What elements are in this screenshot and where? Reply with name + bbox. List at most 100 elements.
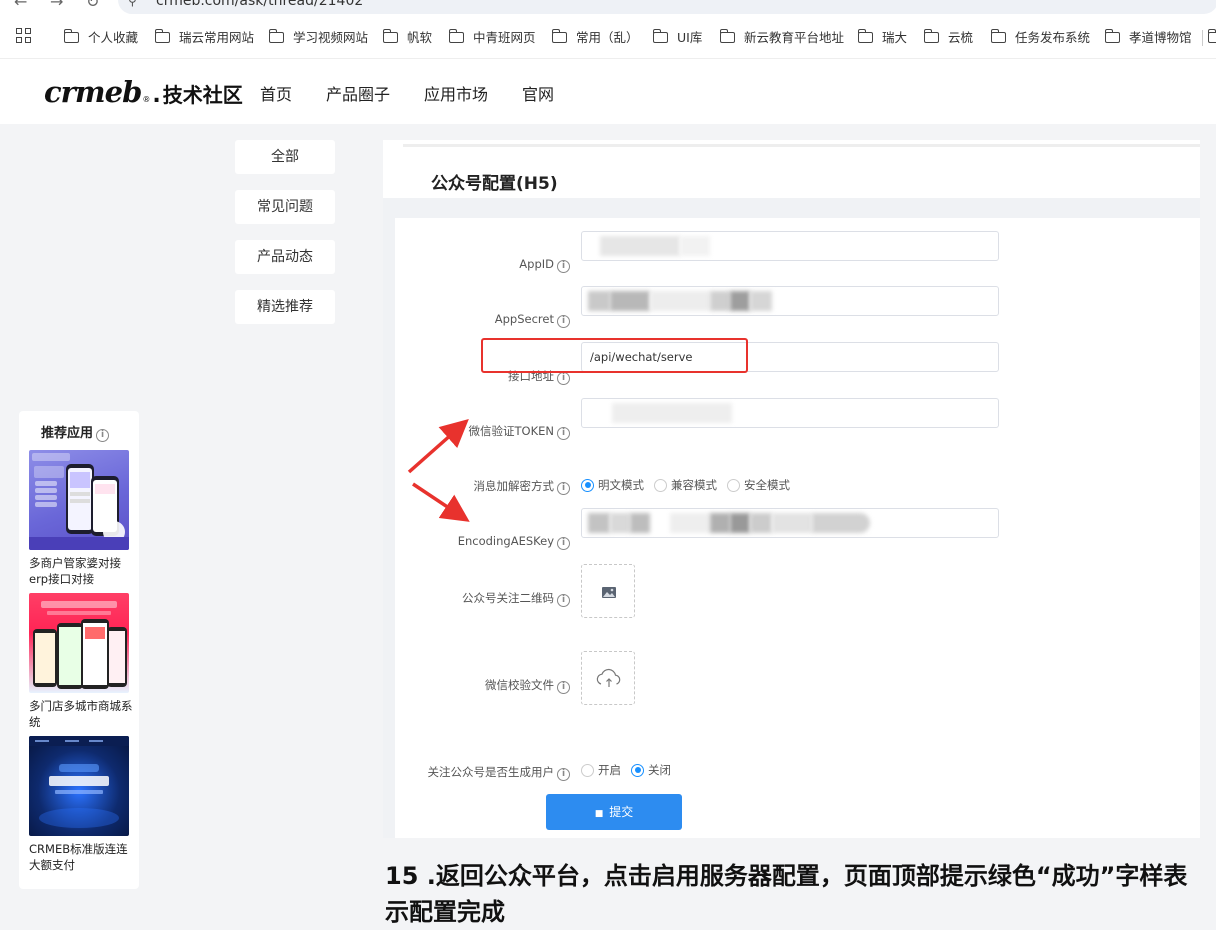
masked-value [812, 513, 870, 533]
follow-on-radio[interactable]: 开启 [581, 762, 621, 778]
bookmark-item[interactable]: 瑞大 [857, 28, 907, 48]
save-icon: ■ [594, 809, 604, 819]
recommended-apps-title: 推荐应用 i [41, 422, 110, 442]
cloud-upload-icon [596, 668, 621, 687]
masked-value [710, 291, 730, 311]
app-title[interactable]: 多门店多城市商城系统 [29, 698, 133, 730]
folder-icon [719, 29, 735, 43]
follow-off-radio[interactable]: 关闭 [631, 762, 671, 778]
encrypt-safe-radio[interactable]: 安全模式 [727, 477, 790, 493]
apps-grid-icon[interactable] [16, 28, 34, 46]
forward-icon[interactable]: → [50, 0, 63, 11]
encrypt-mode-label: 消息加解密方式 i [474, 478, 570, 495]
logo-dot: . [152, 83, 161, 108]
bookmark-item[interactable]: UI库 [652, 28, 702, 48]
nav-product-circle[interactable]: 产品圈子 [326, 81, 390, 105]
folder-icon [551, 29, 567, 43]
info-icon: i [557, 768, 570, 781]
masked-value [772, 513, 812, 533]
step-instruction: 15 .返回公众平台，点击启用服务器配置，页面顶部提示绿色“成功”字样表示配置完… [385, 862, 1188, 926]
top-nav: 首页 产品圈子 应用市场 官网 [260, 81, 554, 105]
appsecret-field[interactable] [581, 286, 999, 316]
encrypt-mode-radio-group: 明文模式 兼容模式 安全模式 [581, 477, 790, 493]
nav-official-site[interactable]: 官网 [522, 81, 554, 105]
app-thumbnail-erp[interactable] [29, 450, 129, 550]
nav-app-market[interactable]: 应用市场 [424, 81, 488, 105]
reload-icon[interactable]: ↻ [86, 0, 99, 11]
category-product-news[interactable]: 产品动态 [235, 240, 335, 274]
site-logo[interactable]: crmeb ® . 技术社区 [44, 75, 243, 109]
site-header: crmeb ® . 技术社区 首页 产品圈子 应用市场 官网 [0, 58, 1216, 124]
category-faq[interactable]: 常见问题 [235, 190, 335, 224]
bookmark-item[interactable]: 学习视频网站 [268, 28, 368, 48]
folder-icon [923, 29, 939, 43]
folder-icon [990, 29, 1006, 43]
app-title[interactable]: CRMEB标准版连连大额支付 [29, 841, 133, 873]
folder-icon [382, 29, 398, 43]
image-icon [602, 587, 616, 598]
bookmark-item[interactable]: 帆软 [382, 28, 432, 48]
category-featured[interactable]: 精选推荐 [235, 290, 335, 324]
radio-dot [581, 478, 594, 492]
masked-value [612, 403, 732, 423]
folder-icon [63, 29, 79, 43]
masked-value [730, 513, 750, 533]
bookmark-item[interactable]: 个人收藏 [63, 28, 138, 48]
erp-promo-graphic [29, 453, 129, 550]
bookmark-item[interactable]: 云梳 [923, 28, 973, 48]
info-icon: i [557, 537, 570, 550]
qrcode-label: 公众号关注二维码 i [462, 590, 570, 607]
follow-generate-user-radio-group: 开启 关闭 [581, 762, 671, 778]
bookmark-item[interactable]: 孝道博物馆 [1104, 28, 1192, 48]
nav-home[interactable]: 首页 [260, 81, 292, 105]
appid-field[interactable] [581, 231, 999, 261]
bookmark-item[interactable]: 任务发布系统 [990, 28, 1090, 48]
form-title: 公众号配置(H5) [431, 174, 558, 194]
appsecret-label: AppSecret i [495, 312, 570, 328]
multistore-promo-graphic [33, 601, 127, 689]
submit-button[interactable]: ■ 提交 [546, 794, 682, 830]
masked-value [630, 513, 650, 533]
appid-label: AppID i [519, 257, 570, 273]
category-list: 全部 常见问题 产品动态 精选推荐 [235, 140, 335, 340]
highlight-box [481, 338, 748, 373]
folder-icon [652, 29, 668, 43]
masked-value [650, 291, 710, 311]
info-icon: i [557, 482, 570, 495]
verify-file-label: 微信校验文件 i [485, 677, 570, 694]
back-icon[interactable]: ← [14, 0, 27, 11]
browser-chrome: ← → ↻ ⚲ crmeb.com/ask/thread/21402 个人收藏 … [0, 0, 1216, 58]
info-icon: i [557, 315, 570, 328]
info-icon: i [557, 427, 570, 440]
form-left-gutter [383, 198, 395, 838]
folder-icon [154, 29, 170, 43]
app-thumbnail-multistore[interactable] [29, 593, 129, 693]
verify-file-upload[interactable] [581, 651, 635, 705]
more-bookmarks-folder[interactable] [1207, 28, 1216, 48]
info-icon: i [557, 372, 570, 385]
encrypt-plain-radio[interactable]: 明文模式 [581, 477, 644, 493]
form-divider [383, 198, 1200, 218]
bookmark-item[interactable]: 中青班网页 [448, 28, 536, 48]
token-field[interactable] [581, 398, 999, 428]
folder-icon [857, 29, 873, 43]
masked-value [750, 291, 772, 311]
address-bar[interactable]: ⚲ crmeb.com/ask/thread/21402 [118, 0, 1216, 14]
info-icon[interactable]: i [96, 429, 110, 442]
category-all[interactable]: 全部 [235, 140, 335, 174]
masked-value [750, 513, 772, 533]
bookmark-item[interactable]: 常用（乱） [551, 28, 639, 48]
folder-icon [1104, 29, 1120, 43]
bookmark-item[interactable]: 瑞云常用网站 [154, 28, 254, 48]
site-info-icon[interactable]: ⚲ [128, 0, 137, 8]
masked-value [610, 513, 630, 533]
logo-registered-mark: ® [142, 95, 151, 104]
app-thumbnail-lianlian-pay[interactable] [29, 736, 129, 836]
masked-value [610, 291, 650, 311]
radio-dot [581, 763, 594, 777]
qrcode-upload[interactable] [581, 564, 635, 618]
encrypt-compat-radio[interactable]: 兼容模式 [654, 477, 717, 493]
aes-key-field[interactable] [581, 508, 999, 538]
bookmark-item[interactable]: 新云教育平台地址 [719, 28, 844, 48]
app-title[interactable]: 多商户管家婆对接erp接口对接 [29, 555, 133, 587]
